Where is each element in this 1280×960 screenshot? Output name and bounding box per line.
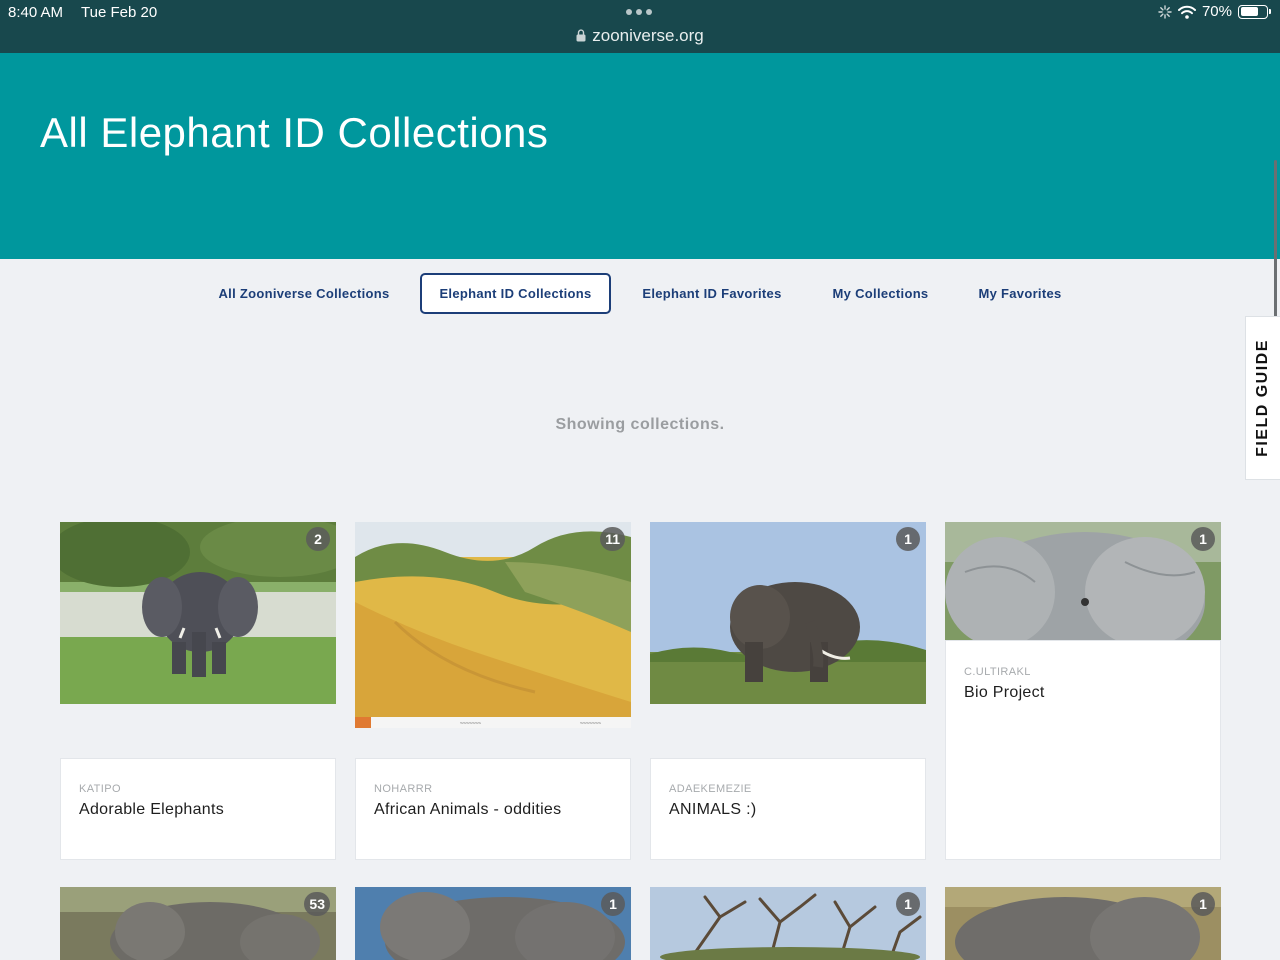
collection-tabs: All Zooniverse Collections Elephant ID C… — [0, 273, 1280, 314]
collection-info: NOHARRR African Animals - oddities — [355, 758, 631, 860]
collection-owner: C.ULTIRAKL — [964, 666, 1031, 678]
battery-icon — [1238, 4, 1271, 19]
collection-card[interactable]: 1 C.ULTIRAKL Bio Project — [945, 522, 1221, 860]
collection-thumbnail: 1 — [650, 887, 926, 960]
collection-info: ADAEKEMEZIE ANIMALS :) — [650, 758, 926, 860]
collection-thumbnail: 2 — [60, 522, 336, 704]
collection-info: KATIPO Adorable Elephants — [60, 758, 336, 860]
collection-info: C.ULTIRAKL Bio Project — [945, 640, 1221, 860]
hero-banner: All Elephant ID Collections — [0, 53, 1280, 259]
loading-icon — [1158, 4, 1172, 19]
collection-title[interactable]: Adorable Elephants — [79, 801, 224, 819]
collection-title[interactable]: ANIMALS :) — [669, 801, 756, 819]
page-title: All Elephant ID Collections — [40, 109, 549, 156]
wifi-icon — [1177, 5, 1196, 19]
more-icon[interactable] — [626, 9, 652, 15]
item-count-badge: 11 — [600, 527, 625, 551]
status-message: Showing collections. — [555, 416, 725, 433]
item-count-badge: 2 — [306, 527, 330, 551]
collection-owner: KATIPO — [79, 783, 121, 795]
collection-title[interactable]: Bio Project — [964, 684, 1045, 702]
item-count-badge: 1 — [1191, 892, 1215, 916]
status-bar: 8:40 AM Tue Feb 20 zooniverse.org 70% — [0, 0, 1280, 53]
url-text: zooniverse.org — [592, 26, 704, 45]
collection-card[interactable]: 53 — [60, 887, 336, 960]
collection-thumbnail: 1 — [945, 887, 1221, 960]
item-count-badge: 1 — [896, 527, 920, 551]
date: Tue Feb 20 — [81, 4, 158, 21]
collection-card[interactable]: 1 — [650, 887, 926, 960]
lock-icon — [576, 29, 586, 42]
collection-card[interactable]: 1 — [945, 887, 1221, 960]
collection-thumbnail: 1 — [650, 522, 926, 704]
collection-card[interactable]: 2 KATIPO Adorable Elephants — [60, 522, 336, 860]
collection-thumbnail: ~~~~~~~ ~~~~~~~ 11 — [355, 522, 631, 728]
collection-thumbnail: 1 — [945, 522, 1221, 640]
collection-owner: ADAEKEMEZIE — [669, 783, 752, 795]
collection-owner: NOHARRR — [374, 783, 433, 795]
collection-title[interactable]: African Animals - oddities — [374, 801, 561, 819]
tab-my-collections[interactable]: My Collections — [818, 273, 943, 314]
collection-card[interactable]: 1 — [355, 887, 631, 960]
tab-elephant-id-favorites[interactable]: Elephant ID Favorites — [628, 273, 796, 314]
svg-text:~~~~~~~: ~~~~~~~ — [460, 721, 481, 727]
tab-all-zooniverse-collections[interactable]: All Zooniverse Collections — [205, 273, 403, 314]
collection-card[interactable]: ~~~~~~~ ~~~~~~~ 11 NOHARRR African Anima… — [355, 522, 631, 860]
collection-card[interactable]: 1 ADAEKEMEZIE ANIMALS :) — [650, 522, 926, 860]
svg-text:~~~~~~~: ~~~~~~~ — [580, 721, 601, 727]
clock: 8:40 AM — [8, 4, 64, 21]
tab-elephant-id-collections[interactable]: Elephant ID Collections — [420, 273, 611, 314]
item-count-badge: 1 — [896, 892, 920, 916]
collection-thumbnail: 53 — [60, 887, 336, 960]
field-guide-tab[interactable]: FIELD GUIDE — [1245, 316, 1280, 480]
item-count-badge: 53 — [304, 892, 330, 916]
address-bar[interactable]: zooniverse.org — [0, 26, 1280, 46]
battery-percent: 70% — [1201, 3, 1232, 20]
tab-my-favorites[interactable]: My Favorites — [965, 273, 1075, 314]
field-guide-label: FIELD GUIDE — [1254, 339, 1271, 457]
collection-thumbnail: 1 — [355, 887, 631, 960]
item-count-badge: 1 — [1191, 527, 1215, 551]
item-count-badge: 1 — [601, 892, 625, 916]
